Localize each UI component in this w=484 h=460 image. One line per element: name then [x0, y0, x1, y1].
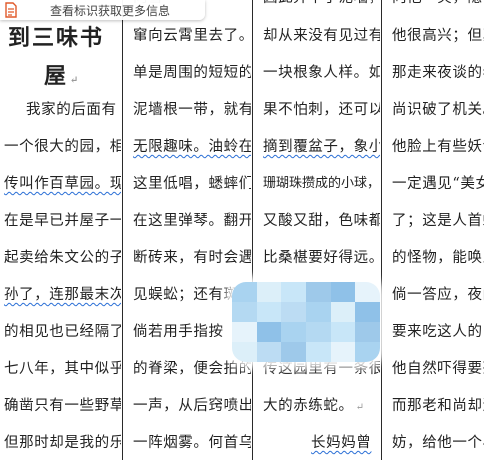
mosaic-tile [232, 282, 257, 302]
text-line: 我家的后面有 [26, 102, 117, 118]
mosaic-tile [305, 342, 331, 362]
text-line: 一声，从后窍喷出 [133, 398, 251, 414]
text-line: 大的赤练蛇。 ↵ [263, 398, 365, 414]
text-line: 果不怕刺，还可以 [263, 102, 380, 118]
text-line: 倘若用手指按 [133, 324, 224, 340]
text-line: 的相见也已经隔了 [4, 324, 121, 340]
column-divider [252, 0, 253, 460]
text-line: 了；这是人首蛇 [392, 213, 484, 229]
text-line: 一阵烟雾。何首乌 [133, 435, 251, 451]
mosaic-tile [232, 322, 257, 342]
text-line: 但那时却是我的乐 [4, 435, 121, 451]
mosaic-tile [232, 302, 257, 322]
mosaic-tile [330, 282, 356, 302]
text-line: 而那老和尚却道 [392, 398, 484, 414]
text-line: 摘到覆盆子，象小 [263, 139, 380, 155]
text-line: 比桑椹要好得远。↵ [263, 250, 380, 266]
text-line: 在这里弹琴。翻开 [133, 213, 251, 229]
mosaic-tile [256, 322, 282, 342]
text-line: 他自然吓得要死 [392, 361, 484, 377]
mosaic-tile [330, 342, 356, 362]
text-line: 在是早已并屋子一 [4, 213, 121, 229]
text-line: 七八年，其中似乎 [4, 361, 121, 377]
mosaic-tile [256, 282, 282, 302]
text-line: 起卖给朱文公的子 [4, 250, 121, 266]
text-line: 断砖来，有时会遇 [133, 250, 251, 266]
mosaic-tile [281, 322, 306, 342]
mosaic-tile [355, 302, 380, 322]
text-line: 一块根象人样。如 [263, 65, 380, 81]
blurred-image-patch [232, 282, 380, 362]
text-line: 要来吃这人的肉 [392, 324, 484, 340]
text-line: 确凿只有一些野草； [4, 398, 121, 414]
text-line: 长妈妈曾 [311, 435, 372, 451]
mosaic-tile [305, 322, 331, 342]
mosaic-tile [330, 302, 356, 322]
text-column-1: 我家的后面有 一个很大的园，相 传叫作百草园。现 在是早已并屋子一 起卖给朱文公… [4, 0, 121, 460]
text-line: 一个很大的园，相 [4, 139, 121, 155]
mosaic-tile [281, 302, 306, 322]
text-column-3: 却从来没有见过有 一块根象人样。如 果不怕刺，还可以 摘到覆盆子，象小 珊瑚珠攒… [263, 0, 380, 460]
text-line: 单是周围的短短的 [133, 65, 251, 81]
document-icon [2, 2, 20, 18]
column-divider [122, 0, 123, 460]
text-line: 他脸上有些妖气 [392, 139, 484, 155]
text-line: 传叫作百草园。现 [4, 176, 121, 192]
text-line: 孙了，连那最末次 [4, 287, 121, 303]
column-divider [381, 0, 382, 460]
mosaic-tile [305, 282, 331, 302]
text-line: 无限趣味。油蛉在 [133, 139, 251, 155]
text-line: 尚识破了机关。 [392, 102, 484, 118]
text-line: 那走来夜谈的老 [392, 65, 484, 81]
text-line: 的怪物，能唤人名 [392, 250, 484, 266]
text-line: 传这园里有一条很 [263, 361, 380, 377]
text-line: 的脊梁，便会拍的 [133, 361, 251, 377]
mosaic-tile [281, 342, 306, 362]
mosaic-tile [281, 282, 306, 302]
text-line: 妨，给他一个小 [392, 435, 484, 451]
text-line: 泥墙根一带，就有 [133, 102, 251, 118]
text-column-2: 窜向云霄里去了。 单是周围的短短的 泥墙根一带，就有 无限趣味。油蛉在 这里低唱… [133, 0, 251, 460]
info-toolbar[interactable]: 查看标识获取更多信息 [0, 0, 205, 20]
mosaic-tile [355, 322, 380, 342]
mosaic-tile [305, 302, 331, 322]
text-line: 又酸又甜，色味都 [263, 213, 380, 229]
text-column-4: 他很高兴；但真 那走来夜谈的老 尚识破了机关。 他脸上有些妖气 一定遇见“美女蛇… [392, 0, 484, 460]
text-line: 窜向云霄里去了。 [133, 28, 251, 44]
toolbar-hint-text[interactable]: 查看标识获取更多信息 [50, 2, 170, 19]
text-line: 他很高兴；但真 [392, 28, 484, 44]
mosaic-tile [330, 322, 356, 342]
text-line: 却从来没有见过有 [263, 28, 380, 44]
text-line: 珊瑚珠攒成的小球， [263, 176, 380, 191]
paragraph-mark-icon: ↵ [355, 402, 365, 413]
mosaic-tile [256, 342, 282, 362]
text-line: 倘一答应，夜间 [392, 287, 484, 303]
text-line: 一定遇见“美女蛇 [392, 176, 484, 192]
mosaic-tile [256, 302, 282, 322]
text-line: 这里低唱，蟋蟀们 [133, 176, 251, 192]
